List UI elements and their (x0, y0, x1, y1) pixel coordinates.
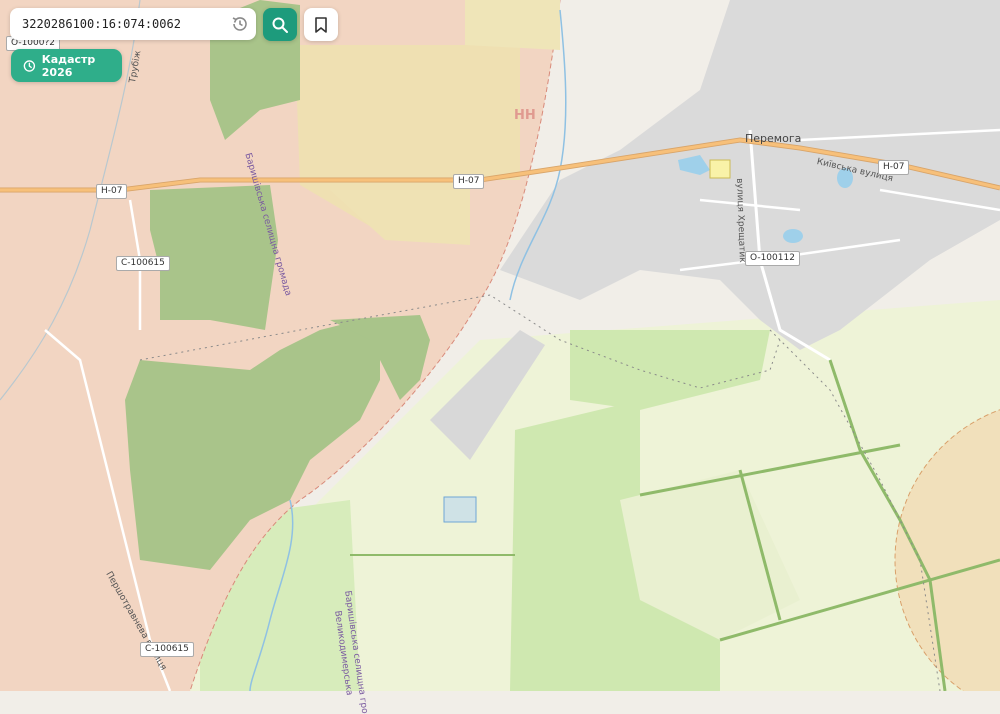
cadastre-button[interactable]: Кадастр 2026 (11, 49, 122, 82)
road-shield-c100615: C-100615 (140, 642, 194, 657)
search-box (10, 8, 256, 40)
road-shield-c100615: C-100615 (116, 256, 170, 271)
pond (783, 229, 803, 243)
cadastre-button-label: Кадастр 2026 (41, 52, 96, 79)
bookmark-button[interactable] (304, 8, 338, 41)
road-shield-h07: H-07 (878, 160, 910, 175)
clock-icon (23, 59, 36, 72)
pond (837, 168, 853, 188)
bookmark-icon (315, 16, 327, 33)
map-canvas[interactable] (0, 0, 1000, 691)
history-icon[interactable] (230, 14, 250, 34)
search-icon (272, 17, 288, 33)
pond (443, 496, 477, 523)
search-button[interactable] (263, 8, 297, 41)
search-input[interactable] (22, 14, 222, 34)
road-shield-h07: H-07 (453, 174, 485, 189)
road-shield-o100112: O-100112 (745, 251, 800, 266)
road-shield-h07: H-07 (96, 184, 128, 199)
